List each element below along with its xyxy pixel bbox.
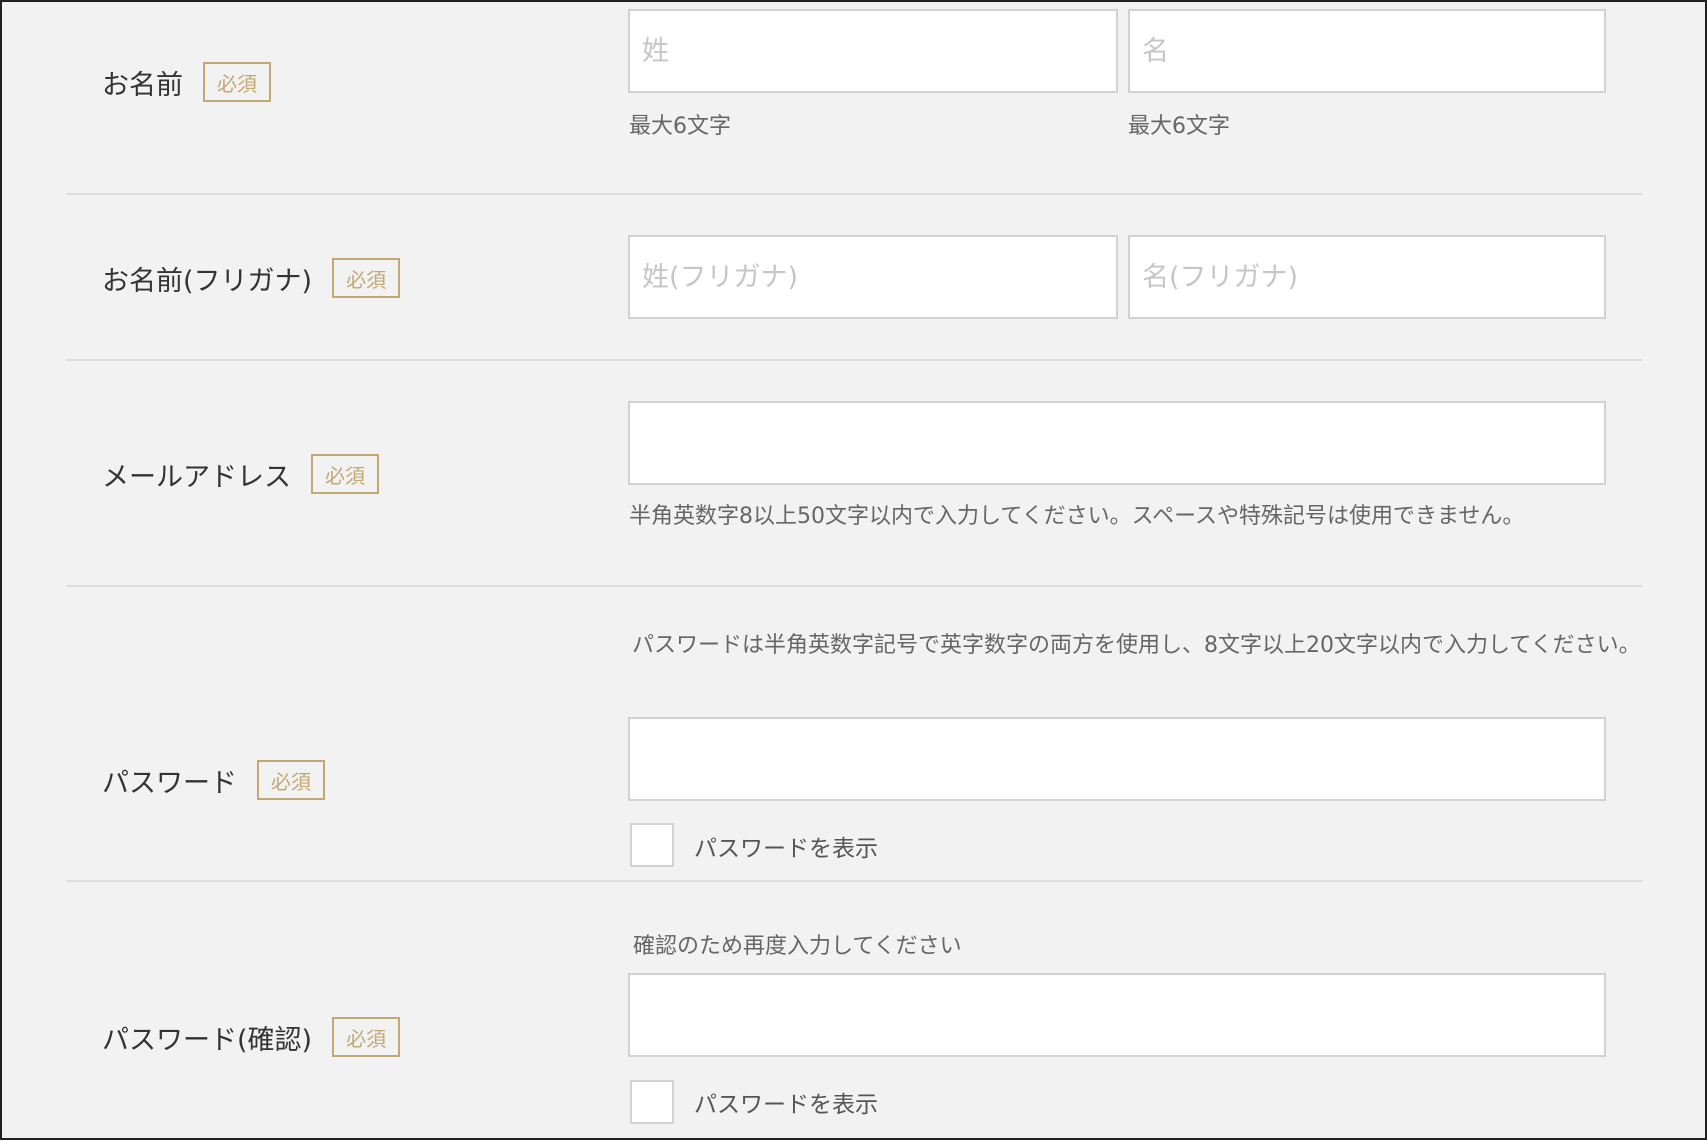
email-label-text: メールアドレス: [102, 461, 291, 493]
password-input[interactable]: [628, 717, 1606, 801]
furigana-row-label: お名前(フリガナ) 必須: [102, 258, 401, 298]
last-name-hint: 最大6文字: [629, 114, 731, 139]
first-name-furigana-input[interactable]: [1128, 235, 1606, 319]
name-label-text: お名前: [102, 69, 183, 101]
email-row-label: メールアドレス 必須: [102, 454, 379, 494]
password-row-label: パスワード 必須: [102, 760, 325, 800]
password-confirm-input[interactable]: [628, 973, 1606, 1057]
show-password-confirm-label[interactable]: パスワードを表示: [694, 1085, 878, 1119]
required-badge: 必須: [257, 760, 325, 800]
row-divider: [66, 359, 1642, 361]
show-password-label[interactable]: パスワードを表示: [694, 829, 878, 863]
first-name-hint: 最大6文字: [1128, 114, 1230, 139]
registration-form: お名前 必須 最大6文字 最大6文字 お名前(フリガナ) 必須 メールアドレス …: [0, 0, 1707, 1140]
required-badge: 必須: [203, 62, 271, 102]
password-confirm-hint: 確認のため再度入力してください: [633, 934, 962, 959]
show-password-confirm-checkbox[interactable]: [630, 1080, 674, 1124]
row-divider: [66, 585, 1642, 587]
password-hint: パスワードは半角英数字記号で英字数字の両方を使用し、8文字以上20文字以内で入力…: [632, 633, 1641, 658]
name-row-label: お名前 必須: [102, 62, 271, 102]
required-badge: 必須: [332, 258, 401, 298]
first-name-input[interactable]: [1128, 9, 1606, 93]
password-confirm-label-text: パスワード(確認): [102, 1024, 313, 1056]
furigana-label-text: お名前(フリガナ): [102, 265, 313, 297]
email-input[interactable]: [628, 401, 1606, 485]
last-name-input[interactable]: [628, 9, 1118, 93]
password-confirm-row-label: パスワード(確認) 必須: [102, 1017, 401, 1057]
required-badge: 必須: [332, 1017, 401, 1057]
row-divider: [66, 880, 1642, 882]
row-divider: [66, 193, 1642, 195]
show-password-checkbox[interactable]: [630, 823, 674, 867]
required-badge: 必須: [311, 454, 379, 494]
email-hint: 半角英数字8以上50文字以内で入力してください。スペースや特殊記号は使用できませ…: [629, 504, 1525, 529]
last-name-furigana-input[interactable]: [628, 235, 1118, 319]
password-label-text: パスワード: [102, 767, 237, 799]
